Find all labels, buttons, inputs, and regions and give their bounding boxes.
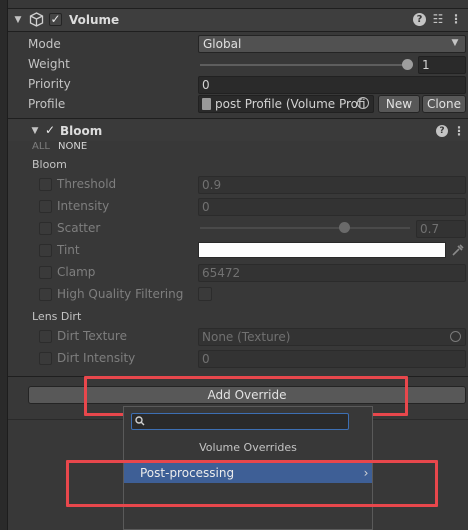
preset-sliders-icon[interactable]: ☷ [431,12,445,26]
search-input[interactable] [131,413,349,430]
clamp-override-checkbox[interactable] [39,266,52,279]
mode-value: Global [203,37,242,51]
volume-enabled-checkbox[interactable]: ✓ [49,13,62,26]
hq-filtering-label: High Quality Filtering [57,287,184,301]
help-icon[interactable]: ? [413,13,426,26]
scatter-slider-track[interactable] [200,227,410,229]
tint-override-checkbox[interactable] [39,244,52,257]
volume-title: Volume [69,13,120,27]
eyedropper-icon[interactable] [450,242,464,258]
mode-dropdown[interactable]: Global [198,35,466,53]
hq-override-checkbox[interactable] [39,288,52,301]
bloom-title: Bloom [60,124,103,138]
scatter-slider-knob[interactable] [339,222,350,233]
tint-label: Tint [57,243,80,257]
clamp-label: Clamp [57,265,96,279]
volume-cube-icon [29,12,44,27]
texture-picker-icon[interactable] [450,331,461,342]
highlight-box-post-processing [66,460,438,507]
lens-dirt-section-label: Lens Dirt [32,310,82,323]
bloom-enabled-check-icon[interactable]: ✓ [44,124,56,136]
scatter-input[interactable]: 0.7 [416,220,466,238]
threshold-label: Threshold [57,177,117,191]
dirt-texture-label: Dirt Texture [57,329,127,343]
left-panel-edge [0,0,8,530]
weight-input[interactable]: 1 [418,56,466,74]
new-button[interactable]: New [378,95,420,113]
scatter-override-checkbox[interactable] [39,222,52,235]
object-picker-icon[interactable] [357,97,369,109]
weight-slider-knob[interactable] [402,59,413,70]
weight-label: Weight [28,57,70,71]
chevron-down-icon: ▼ [451,38,459,48]
priority-label: Priority [28,77,71,91]
priority-input[interactable]: 0 [198,76,466,94]
tint-color-swatch[interactable] [198,242,446,258]
profile-asset-icon [202,98,211,110]
intensity-label: Intensity [57,199,110,213]
clamp-input[interactable]: 65472 [198,264,466,282]
intensity-input[interactable]: 0 [198,198,466,216]
weight-slider-track[interactable] [200,64,410,66]
foldout-arrow-icon[interactable]: ▼ [12,13,24,27]
profile-object-field[interactable]: post Profile (Volume Profi [198,95,374,113]
none-toggle[interactable]: NONE [58,141,87,152]
more-menu-icon[interactable]: ⋮ [450,12,462,26]
popup-title: Volume Overrides [199,441,297,454]
hq-filtering-checkbox[interactable] [198,287,212,301]
dirt-texture-field[interactable]: None (Texture) [198,328,466,346]
bloom-help-icon[interactable]: ? [436,125,448,137]
intensity-override-checkbox[interactable] [39,200,52,213]
dirt-intensity-override-checkbox[interactable] [39,352,52,365]
bloom-more-menu-icon[interactable]: ⋮ [453,124,465,138]
bloom-foldout-arrow-icon[interactable]: ▼ [30,124,40,138]
clone-button[interactable]: Clone [422,95,466,113]
dirt-intensity-input[interactable]: 0 [198,350,466,368]
profile-value: post Profile (Volume Profi [215,97,366,111]
profile-label: Profile [28,97,66,111]
mode-label: Mode [28,37,61,51]
dirt-intensity-label: Dirt Intensity [57,351,136,365]
all-toggle[interactable]: ALL [32,141,50,152]
threshold-input[interactable]: 0.9 [198,176,466,194]
threshold-override-checkbox[interactable] [39,178,52,191]
dirt-texture-override-checkbox[interactable] [39,330,52,343]
bloom-section-label: Bloom [32,158,67,171]
scatter-label: Scatter [57,221,101,235]
search-icon [134,415,146,427]
